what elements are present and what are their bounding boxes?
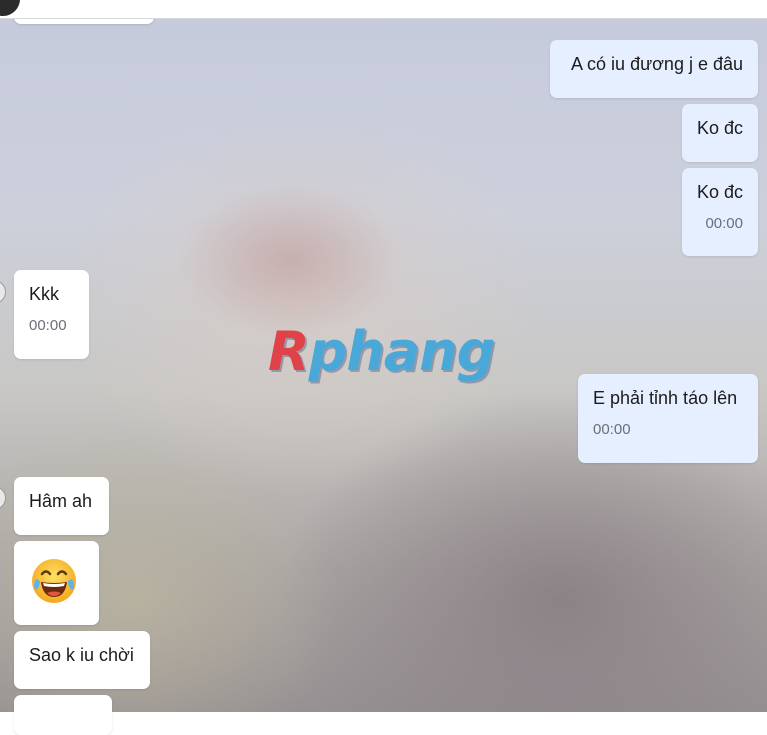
message-text: Hâm ah: [29, 491, 93, 511]
message-bubble-partial[interactable]: [14, 695, 112, 735]
message-text: Kkk: [29, 284, 60, 304]
message-bubble-outgoing[interactable]: Ko đc 00:00: [682, 168, 758, 256]
message-text: Ko đc: [697, 118, 744, 138]
message-text: A có iu đương j e đâu: [571, 54, 743, 74]
message-bubble-outgoing[interactable]: A có iu đương j e đâu: [550, 40, 758, 98]
message-text: E phải tỉnh táo lên: [593, 388, 738, 408]
message-bubble-incoming[interactable]: Sao k iu chời: [14, 631, 150, 689]
message-text: Ko đc: [697, 182, 744, 202]
message-bubble-outgoing[interactable]: Ko đc: [682, 104, 758, 162]
message-bubble-incoming[interactable]: [14, 541, 99, 625]
chat-header-bar: [0, 0, 767, 19]
message-time: 00:00: [593, 421, 631, 438]
watermark-logo: Rphang: [268, 320, 495, 383]
message-time: 00:00: [29, 317, 67, 334]
message-bubble-incoming[interactable]: Kkk 00:00: [14, 270, 89, 359]
message-bubble-outgoing[interactable]: E phải tỉnh táo lên 00:00: [578, 374, 758, 463]
face-with-tears-of-joy-icon: [32, 559, 76, 603]
message-text: Sao k iu chời: [29, 645, 134, 665]
message-bubble-incoming[interactable]: Hâm ah: [14, 477, 109, 535]
message-time: 00:00: [705, 215, 743, 232]
